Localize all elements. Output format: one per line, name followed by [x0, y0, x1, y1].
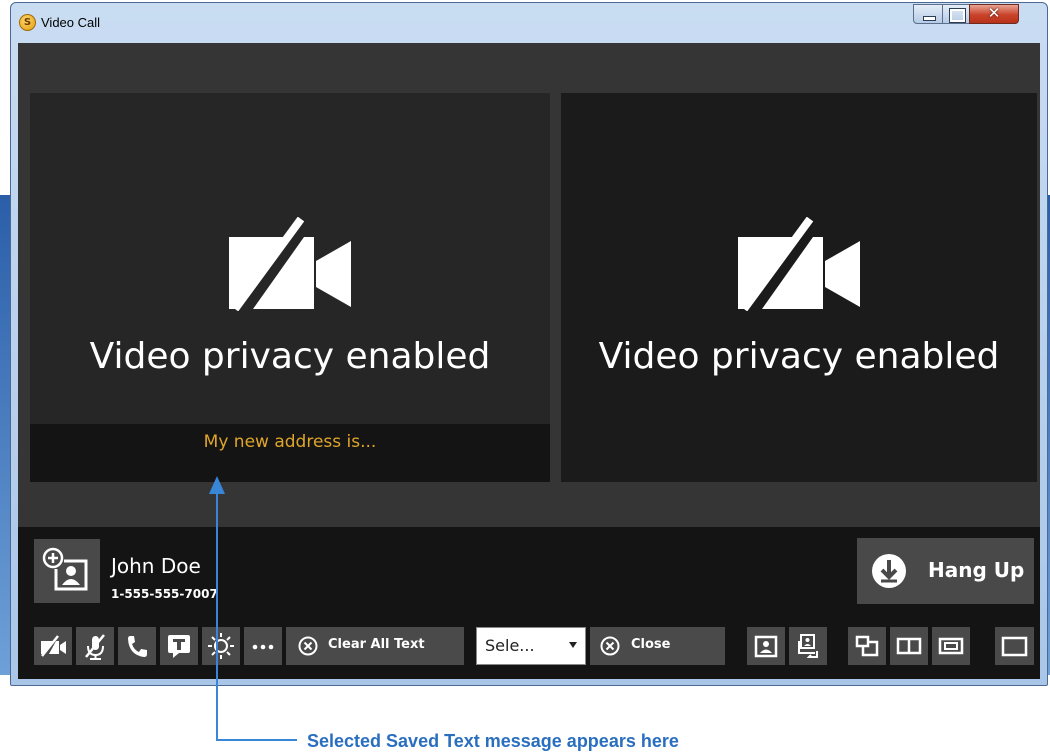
- annotation-arrowhead: [209, 476, 225, 494]
- annotation-text: Selected Saved Text message appears here: [307, 731, 679, 751]
- annotation-callout: [209, 476, 297, 741]
- annotation-line: [216, 494, 297, 741]
